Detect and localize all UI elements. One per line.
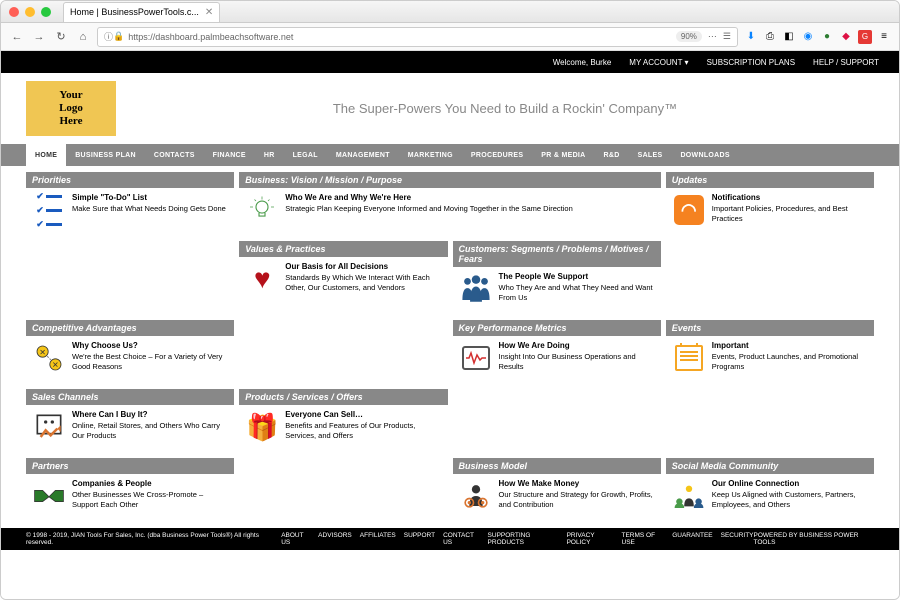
people-icon: [459, 272, 493, 306]
forward-button[interactable]: →: [31, 29, 47, 45]
nav-marketing[interactable]: MARKETING: [399, 144, 462, 166]
subscription-plans-link[interactable]: SUBSCRIPTION PLANS: [707, 58, 795, 67]
nav-home[interactable]: HOME: [26, 144, 66, 166]
handshake-icon: [32, 479, 66, 513]
rss-icon: ◠: [672, 193, 706, 227]
todo-icon: ✔✔✔: [32, 193, 66, 227]
footer-products[interactable]: SUPPORTING PRODUCTS: [488, 532, 559, 546]
url-text: https://dashboard.palmbeachsoftware.net: [128, 32, 293, 42]
library-icon[interactable]: ⎙: [763, 30, 777, 44]
footer-contact[interactable]: CONTACT US: [443, 532, 479, 546]
footer-terms[interactable]: TERMS OF USE: [622, 532, 665, 546]
tagline: The Super-Powers You Need to Build a Roc…: [136, 101, 874, 116]
zoom-badge[interactable]: 90%: [676, 31, 702, 42]
card-customers[interactable]: Customers: Segments / Problems / Motives…: [453, 241, 661, 315]
card-kpi[interactable]: Key Performance Metrics How We Are Doing…: [453, 320, 661, 384]
more-icon[interactable]: ⋯: [708, 31, 717, 42]
ext-icon-1[interactable]: ◉: [801, 30, 815, 44]
maximize-window-button[interactable]: [41, 7, 51, 17]
card-events[interactable]: Events ImportantEvents, Product Launches…: [666, 320, 874, 384]
home-button[interactable]: ⌂: [75, 29, 91, 45]
close-tab-icon[interactable]: ✕: [205, 7, 213, 18]
logo-placeholder[interactable]: Your Logo Here: [26, 81, 116, 136]
back-button[interactable]: ←: [9, 29, 25, 45]
footer-privacy[interactable]: PRIVACY POLICY: [567, 532, 614, 546]
close-window-button[interactable]: [9, 7, 19, 17]
nav-downloads[interactable]: DOWNLOADS: [671, 144, 738, 166]
footer-about[interactable]: ABOUT US: [281, 532, 310, 546]
tab-title: Home | BusinessPowerTools.c...: [70, 7, 199, 17]
card-competitive[interactable]: Competitive Advantages ✕✕ Why Choose Us?…: [26, 320, 234, 384]
dashboard-grid: Priorities ✔✔✔ Simple "To-Do" ListMake S…: [1, 166, 899, 528]
reader-icon[interactable]: ☰: [723, 31, 731, 42]
nav-contacts[interactable]: CONTACTS: [145, 144, 204, 166]
nav-management[interactable]: MANAGEMENT: [327, 144, 399, 166]
page-footer: © 1998 - 2019, JIAN Tools For Sales, Inc…: [1, 528, 899, 550]
nav-pr-media[interactable]: PR & MEDIA: [532, 144, 594, 166]
card-business-model[interactable]: Business Model How We Make MoneyOur Stru…: [453, 458, 661, 522]
ext-icon-2[interactable]: ●: [820, 30, 834, 44]
reload-button[interactable]: ↻: [53, 29, 69, 45]
footer-support[interactable]: SUPPORT: [404, 532, 435, 546]
card-sales-channels[interactable]: Sales Channels Where Can I Buy It?Online…: [26, 389, 234, 453]
menu-icon[interactable]: ≡: [877, 30, 891, 44]
gear-person-icon: [459, 479, 493, 513]
nav-procedures[interactable]: PROCEDURES: [462, 144, 532, 166]
browser-toolbar: ← → ↻ ⌂ ⓘ 🔒 https://dashboard.palmbeachs…: [1, 23, 899, 51]
svg-text:✕: ✕: [39, 348, 46, 357]
card-social-media[interactable]: Social Media Community Our Online Connec…: [666, 458, 874, 522]
footer-security[interactable]: SECURITY: [721, 532, 754, 546]
heart-icon: ♥: [245, 262, 279, 296]
ext-icon-4[interactable]: G: [858, 30, 872, 44]
card-products[interactable]: Products / Services / Offers 🎁 Everyone …: [239, 389, 447, 453]
nav-sales[interactable]: SALES: [629, 144, 672, 166]
powered-by: POWERED BY BUSINESS POWER TOOLS: [754, 532, 875, 546]
account-topbar: Welcome, Burke MY ACCOUNT ▾ SUBSCRIPTION…: [1, 51, 899, 73]
card-vision[interactable]: Business: Vision / Mission / Purpose Who…: [239, 172, 661, 236]
info-icon: ⓘ: [104, 30, 113, 43]
help-support-link[interactable]: HELP / SUPPORT: [813, 58, 879, 67]
footer-guarantee[interactable]: GUARANTEE: [672, 532, 712, 546]
nav-rd[interactable]: R&D: [595, 144, 629, 166]
calendar-icon: [672, 341, 706, 375]
card-values[interactable]: Values & Practices ♥ Our Basis for All D…: [239, 241, 447, 315]
download-icon[interactable]: ⬇: [744, 30, 758, 44]
kpi-icon: [459, 341, 493, 375]
copyright-text: © 1998 - 2019, JIAN Tools For Sales, Inc…: [26, 532, 271, 546]
window-titlebar: Home | BusinessPowerTools.c... ✕: [1, 1, 899, 23]
nav-hr[interactable]: HR: [255, 144, 284, 166]
sidebar-icon[interactable]: ◧: [782, 30, 796, 44]
card-priorities[interactable]: Priorities ✔✔✔ Simple "To-Do" ListMake S…: [26, 172, 234, 315]
cart-icon: [32, 410, 66, 444]
footer-advisors[interactable]: ADVISORS: [318, 532, 352, 546]
card-updates[interactable]: Updates ◠ NotificationsImportant Policie…: [666, 172, 874, 315]
footer-affiliates[interactable]: AFFILIATES: [360, 532, 396, 546]
page-header: Your Logo Here The Super-Powers You Need…: [1, 73, 899, 144]
url-bar[interactable]: ⓘ 🔒 https://dashboard.palmbeachsoftware.…: [97, 27, 738, 47]
nav-finance[interactable]: FINANCE: [204, 144, 255, 166]
lock-icon: 🔒: [113, 31, 124, 42]
svg-text:✕: ✕: [52, 361, 59, 370]
ext-icon-3[interactable]: ◆: [839, 30, 853, 44]
gift-icon: 🎁: [245, 410, 279, 444]
lightbulb-icon: [245, 193, 279, 227]
strategy-icon: ✕✕: [32, 341, 66, 375]
social-icon: [672, 479, 706, 513]
my-account-link[interactable]: MY ACCOUNT ▾: [629, 58, 688, 67]
nav-legal[interactable]: LEGAL: [284, 144, 327, 166]
card-partners[interactable]: Partners Companies & PeopleOther Busines…: [26, 458, 234, 522]
browser-tab[interactable]: Home | BusinessPowerTools.c... ✕: [63, 2, 220, 22]
nav-business-plan[interactable]: BUSINESS PLAN: [66, 144, 145, 166]
welcome-text: Welcome, Burke: [553, 58, 612, 67]
main-nav: HOME BUSINESS PLAN CONTACTS FINANCE HR L…: [1, 144, 899, 166]
minimize-window-button[interactable]: [25, 7, 35, 17]
